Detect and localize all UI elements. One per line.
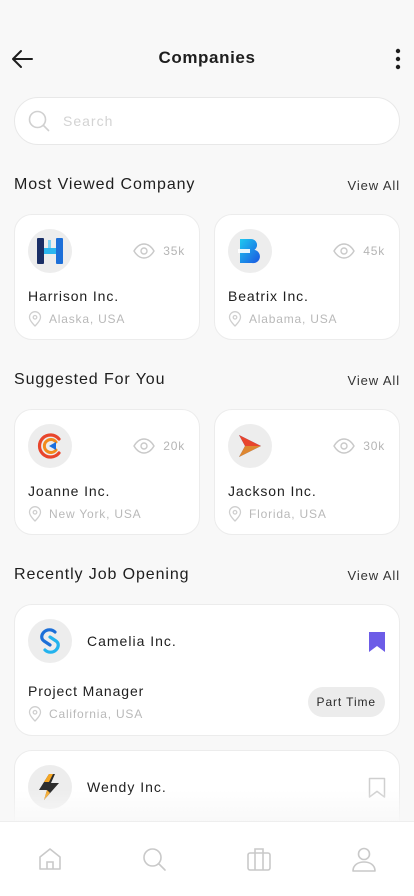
jackson-logo-icon <box>239 435 261 457</box>
view-count-value: 30k <box>363 439 385 453</box>
view-all-suggested-link[interactable]: View All <box>348 373 400 388</box>
location-pin-icon <box>28 311 42 327</box>
bottom-tab-bar <box>0 821 414 896</box>
company-logo <box>228 229 272 273</box>
top-bar: Companies <box>0 36 414 80</box>
company-name: Beatrix Inc. <box>228 288 309 304</box>
eye-icon <box>333 438 356 454</box>
view-count-value: 35k <box>163 244 185 258</box>
company-card-jackson[interactable]: 30k Jackson Inc. Florida, USA <box>214 409 400 535</box>
location-text: California, USA <box>49 707 144 721</box>
job-company-name: Camelia Inc. <box>87 633 177 649</box>
search-input[interactable] <box>63 113 363 129</box>
page-title: Companies <box>158 48 256 67</box>
section-title: Suggested For You <box>14 371 166 388</box>
more-vertical-icon[interactable] <box>390 46 406 72</box>
briefcase-icon[interactable] <box>246 846 272 872</box>
harrison-logo-icon <box>37 238 63 264</box>
search-bar[interactable] <box>14 97 400 145</box>
view-all-jobs-link[interactable]: View All <box>348 568 400 583</box>
location-pin-icon <box>28 506 42 522</box>
location-pin-icon <box>228 506 242 522</box>
home-icon[interactable] <box>37 846 63 872</box>
company-location: Alaska, USA <box>28 311 125 327</box>
camelia-logo-icon <box>40 628 60 654</box>
section-title: Recently Job Opening <box>14 566 190 583</box>
scroll-fade <box>0 790 414 824</box>
company-logo <box>28 229 72 273</box>
arrow-left-icon[interactable] <box>10 46 36 72</box>
view-count: 35k <box>133 243 185 259</box>
location-pin-icon <box>228 311 242 327</box>
company-logo <box>28 424 72 468</box>
view-count: 45k <box>333 243 385 259</box>
recent-jobs-header: Recently Job Opening View All <box>14 563 400 587</box>
joanne-logo-icon <box>37 433 61 459</box>
view-count: 30k <box>333 438 385 454</box>
job-location: California, USA <box>28 706 143 722</box>
section-title: Most Viewed Company <box>14 176 196 193</box>
company-logo <box>28 619 72 663</box>
eye-icon <box>133 438 156 454</box>
profile-icon[interactable] <box>351 846 377 872</box>
company-logo <box>228 424 272 468</box>
job-title: Project Manager <box>28 683 145 699</box>
job-card-camelia[interactable]: Camelia Inc. Project Manager California,… <box>14 604 400 736</box>
company-card-beatrix[interactable]: 45k Beatrix Inc. Alabama, USA <box>214 214 400 340</box>
location-text: Alaska, USA <box>49 312 126 326</box>
eye-icon <box>333 243 356 259</box>
company-name: Joanne Inc. <box>28 483 111 499</box>
company-location: Florida, USA <box>228 506 327 522</box>
search-icon[interactable] <box>141 846 167 872</box>
company-location: Alabama, USA <box>228 311 337 327</box>
company-name: Harrison Inc. <box>28 288 120 304</box>
job-type-badge: Part Time <box>307 687 385 717</box>
location-text: New York, USA <box>49 507 142 521</box>
company-location: New York, USA <box>28 506 141 522</box>
location-text: Florida, USA <box>249 507 327 521</box>
view-count-value: 45k <box>363 244 385 258</box>
company-name: Jackson Inc. <box>228 483 317 499</box>
most-viewed-header: Most Viewed Company View All <box>14 173 400 197</box>
location-pin-icon <box>28 706 42 722</box>
eye-icon <box>133 243 156 259</box>
view-count: 20k <box>133 438 185 454</box>
company-card-harrison[interactable]: 35k Harrison Inc. Alaska, USA <box>14 214 200 340</box>
search-icon <box>28 110 50 132</box>
view-count-value: 20k <box>163 439 185 453</box>
view-all-most-viewed-link[interactable]: View All <box>348 178 400 193</box>
location-text: Alabama, USA <box>249 312 338 326</box>
suggested-header: Suggested For You View All <box>14 368 400 392</box>
bookmark-icon[interactable] <box>367 631 387 653</box>
beatrix-logo-icon <box>238 238 260 264</box>
company-card-joanne[interactable]: 20k Joanne Inc. New York, USA <box>14 409 200 535</box>
